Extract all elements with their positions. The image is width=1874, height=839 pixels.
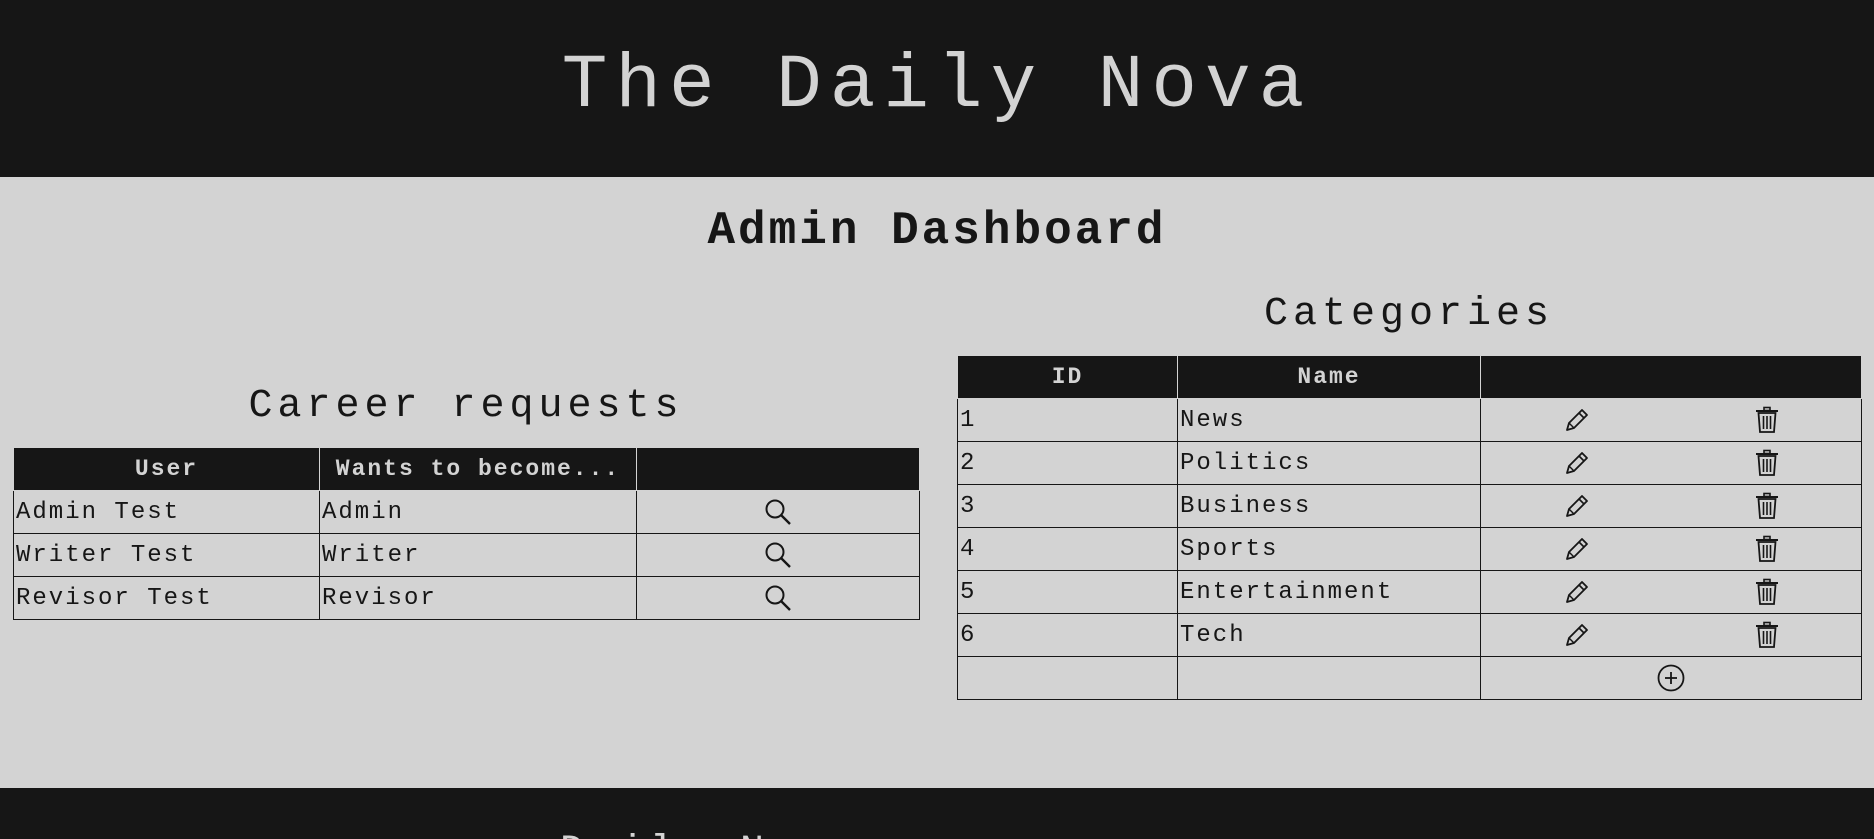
career-requests-title: Career requests <box>248 384 684 429</box>
category-id: 1 <box>957 398 1178 442</box>
table-row: 1 News <box>957 398 1862 442</box>
request-role: Admin <box>319 490 637 534</box>
category-actions <box>1480 527 1862 571</box>
table-row: Revisor Test Revisor <box>13 576 920 620</box>
column-header-user: User <box>13 447 320 491</box>
request-actions <box>636 533 920 577</box>
pencil-icon[interactable] <box>1563 492 1591 520</box>
column-header-actions <box>636 447 920 491</box>
edit-category-button[interactable] <box>1563 492 1591 520</box>
category-name: News <box>1177 398 1481 442</box>
site-title[interactable]: The Daily Nova <box>0 38 1874 134</box>
column-header-wants-to-become: Wants to become... <box>319 447 637 491</box>
category-actions <box>1480 441 1862 485</box>
pencil-icon[interactable] <box>1563 406 1591 434</box>
site-footer: Daily N <box>0 788 1874 839</box>
table-row: 2 Politics <box>957 441 1862 485</box>
edit-category-button[interactable] <box>1563 449 1591 477</box>
pencil-icon[interactable] <box>1563 578 1591 606</box>
category-name: Tech <box>1177 613 1481 657</box>
footer-title: Daily N <box>560 830 770 839</box>
category-name: Politics <box>1177 441 1481 485</box>
table-row: Writer Test Writer <box>13 533 920 577</box>
empty-cell <box>1177 656 1481 700</box>
edit-category-button[interactable] <box>1563 621 1591 649</box>
career-requests-table: User Wants to become... Admin Test Admin… <box>13 447 920 620</box>
trash-icon[interactable] <box>1754 492 1780 520</box>
delete-category-button[interactable] <box>1754 492 1780 520</box>
site-header: The Daily Nova <box>0 0 1874 177</box>
request-actions <box>636 576 920 620</box>
pencil-icon[interactable] <box>1563 449 1591 477</box>
request-actions <box>636 490 920 534</box>
delete-category-button[interactable] <box>1754 535 1780 563</box>
table-row: 3 Business <box>957 484 1862 528</box>
category-id: 5 <box>957 570 1178 614</box>
trash-icon[interactable] <box>1754 621 1780 649</box>
pencil-icon[interactable] <box>1563 535 1591 563</box>
column-header-id: ID <box>957 355 1178 399</box>
categories-table: ID Name 1 News 2 Politics 3 Business 4 Sports 5 E… <box>957 355 1862 700</box>
edit-category-button[interactable] <box>1563 535 1591 563</box>
table-header-row: ID Name <box>957 355 1862 399</box>
category-name: Sports <box>1177 527 1481 571</box>
category-id: 2 <box>957 441 1178 485</box>
trash-icon[interactable] <box>1754 449 1780 477</box>
edit-category-button[interactable] <box>1563 406 1591 434</box>
add-category-row <box>957 656 1862 700</box>
request-role: Revisor <box>319 576 637 620</box>
category-id: 3 <box>957 484 1178 528</box>
pencil-icon[interactable] <box>1563 621 1591 649</box>
trash-icon[interactable] <box>1754 535 1780 563</box>
request-user: Admin Test <box>13 490 320 534</box>
category-name: Entertainment <box>1177 570 1481 614</box>
category-actions <box>1480 398 1862 442</box>
category-id: 6 <box>957 613 1178 657</box>
category-id: 4 <box>957 527 1178 571</box>
table-row: Admin Test Admin <box>13 490 920 534</box>
category-actions <box>1480 484 1862 528</box>
table-header-row: User Wants to become... <box>13 447 920 491</box>
request-role: Writer <box>319 533 637 577</box>
search-icon[interactable] <box>764 584 792 612</box>
search-icon[interactable] <box>764 541 792 569</box>
search-icon[interactable] <box>764 498 792 526</box>
categories-title: Categories <box>1263 292 1555 337</box>
column-header-actions <box>1480 355 1862 399</box>
page-title: Admin Dashboard <box>707 205 1167 257</box>
category-actions <box>1480 570 1862 614</box>
request-user: Writer Test <box>13 533 320 577</box>
table-row: 6 Tech <box>957 613 1862 657</box>
table-row: 5 Entertainment <box>957 570 1862 614</box>
request-user: Revisor Test <box>13 576 320 620</box>
table-row: 4 Sports <box>957 527 1862 571</box>
add-category-cell <box>1480 656 1862 700</box>
plus-circle-icon[interactable] <box>1656 663 1686 693</box>
column-header-name: Name <box>1177 355 1481 399</box>
empty-cell <box>957 656 1178 700</box>
delete-category-button[interactable] <box>1754 406 1780 434</box>
trash-icon[interactable] <box>1754 578 1780 606</box>
edit-category-button[interactable] <box>1563 578 1591 606</box>
category-actions <box>1480 613 1862 657</box>
delete-category-button[interactable] <box>1754 621 1780 649</box>
trash-icon[interactable] <box>1754 406 1780 434</box>
category-name: Business <box>1177 484 1481 528</box>
delete-category-button[interactable] <box>1754 578 1780 606</box>
delete-category-button[interactable] <box>1754 449 1780 477</box>
